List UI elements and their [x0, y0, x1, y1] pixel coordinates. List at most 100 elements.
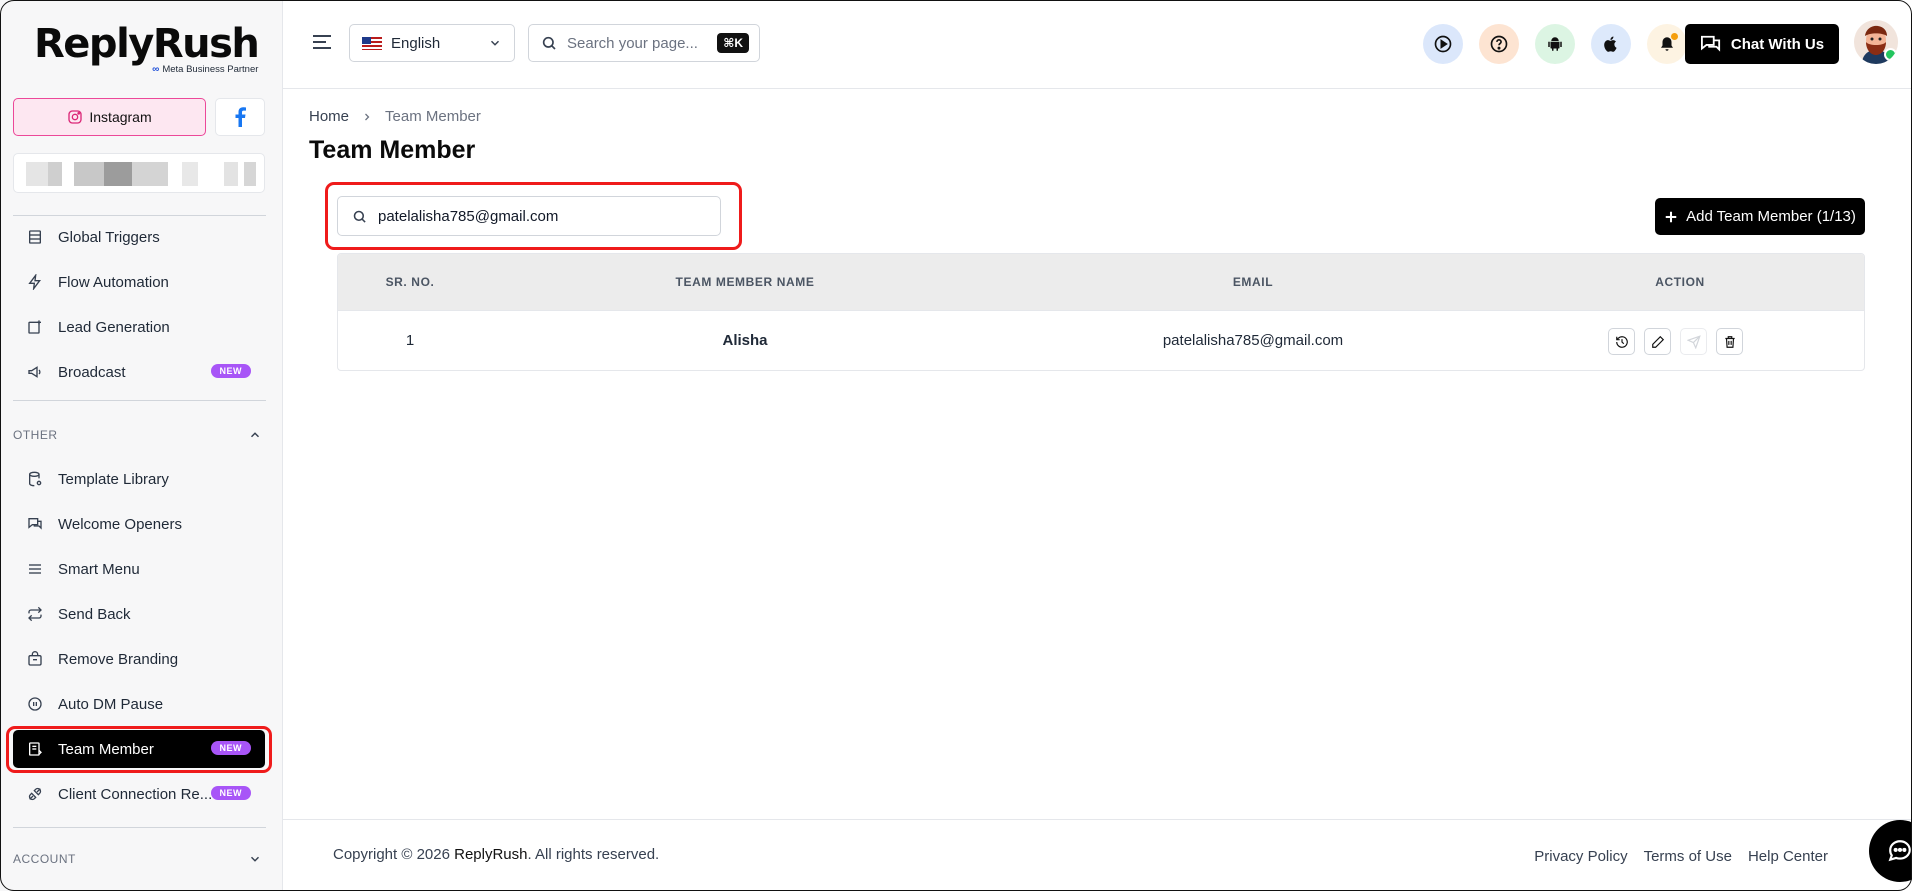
sidebar-item-client-connection[interactable]: Client Connection Re... NEW [13, 775, 265, 813]
sidebar-item-welcome-openers[interactable]: Welcome Openers [13, 505, 265, 543]
help-center-link[interactable]: Help Center [1748, 848, 1828, 865]
menu-icon [26, 560, 44, 578]
table-header: SR. NO. TEAM MEMBER NAME EMAIL ACTION [338, 254, 1864, 311]
plus-icon [1665, 211, 1677, 222]
table-row: 1 Alisha patelalisha785@gmail.com [338, 311, 1864, 370]
sidebar-item-auto-dm-pause[interactable]: Auto DM Pause [13, 685, 265, 723]
privacy-policy-link[interactable]: Privacy Policy [1534, 848, 1627, 865]
breadcrumb-current: Team Member [385, 108, 481, 125]
team-search-input[interactable]: patelalisha785@gmail.com [337, 196, 721, 236]
page-search-input[interactable]: Search your page... ⌘K [528, 24, 760, 62]
chevron-down-icon [250, 856, 260, 862]
breadcrumb-home-link[interactable]: Home [309, 108, 349, 125]
chevron-down-icon [490, 40, 500, 46]
copyright-brand: ReplyRush [454, 846, 528, 863]
repeat-icon [26, 605, 44, 623]
window-frame [0, 0, 1912, 891]
copyright-text: Copyright © 2026 ReplyRush. All rights r… [333, 846, 660, 863]
cell-sr-no: 1 [405, 332, 415, 349]
bolt-icon [26, 273, 44, 291]
facebook-button[interactable] [215, 98, 265, 136]
new-badge: NEW [210, 364, 251, 378]
edit-button[interactable] [1644, 328, 1671, 355]
sidebar-item-send-back[interactable]: Send Back [13, 595, 265, 633]
sidebar-item-flow-automation[interactable]: Flow Automation [13, 263, 265, 301]
team-search-value: patelalisha785@gmail.com [378, 207, 559, 225]
history-button[interactable] [1608, 328, 1635, 355]
shortcut-badge: ⌘K [717, 33, 749, 53]
instagram-label: Instagram [89, 109, 152, 125]
lead-icon [26, 318, 44, 336]
search-icon [353, 210, 366, 223]
blurred-avatar [26, 162, 48, 186]
footer-links: Privacy Policy Terms of Use Help Center [1534, 848, 1828, 865]
send-invite-button[interactable] [1680, 328, 1707, 355]
notifications-button[interactable] [1647, 24, 1687, 64]
breadcrumb: Home Team Member [309, 108, 481, 125]
add-team-member-button[interactable]: Add Team Member (1/13) [1655, 198, 1865, 235]
column-header-sr-no: SR. NO. [385, 275, 435, 289]
user-avatar[interactable] [1854, 20, 1898, 64]
chat-with-us-label: Chat With Us [1730, 35, 1825, 53]
sidebar-item-team-member[interactable]: Team Member NEW [13, 730, 265, 768]
partner-label: ∞ Meta Business Partner [152, 64, 259, 75]
video-tutorial-button[interactable] [1423, 24, 1463, 64]
cell-email: patelalisha785@gmail.com [1162, 332, 1344, 349]
sidebar-divider [13, 400, 266, 401]
us-flag-icon [362, 36, 382, 50]
language-label: English [391, 34, 441, 52]
chat-bubble-icon [1888, 840, 1911, 862]
search-icon [542, 36, 556, 50]
chat-bubbles-icon [1700, 35, 1720, 52]
grid-icon [26, 228, 44, 246]
megaphone-icon [26, 363, 44, 381]
add-team-member-label: Add Team Member (1/13) [1686, 208, 1856, 225]
pencil-icon [1651, 335, 1664, 348]
facebook-icon [235, 107, 246, 127]
chevron-up-icon [250, 432, 260, 438]
new-badge: NEW [210, 786, 251, 800]
search-placeholder: Search your page... [567, 34, 698, 52]
sidebar-divider [13, 215, 266, 216]
plug-icon [26, 785, 44, 803]
row-actions [1608, 328, 1743, 355]
sidebar-divider [13, 827, 266, 828]
sidebar: ReplyRush ∞ Meta Business Partner Instag… [0, 0, 283, 891]
instagram-button[interactable]: Instagram [13, 98, 206, 136]
history-icon [1615, 335, 1628, 348]
sidebar-item-template-library[interactable]: Template Library [13, 460, 265, 498]
platform-switcher: Instagram [13, 98, 265, 136]
column-header-action: ACTION [1655, 275, 1705, 289]
team-member-table: SR. NO. TEAM MEMBER NAME EMAIL ACTION 1 … [337, 253, 1865, 371]
chat-with-us-button[interactable]: Chat With Us [1685, 24, 1839, 64]
chat-icon [26, 515, 44, 533]
android-app-button[interactable] [1535, 24, 1575, 64]
footer: Copyright © 2026 ReplyRush. All rights r… [283, 819, 1912, 892]
new-badge: NEW [210, 741, 251, 755]
section-account-toggle[interactable]: ACCOUNT [13, 852, 265, 866]
trash-icon [1724, 335, 1735, 348]
question-circle-icon [1490, 35, 1508, 53]
sidebar-item-remove-branding[interactable]: Remove Branding [13, 640, 265, 678]
sidebar-item-smart-menu[interactable]: Smart Menu [13, 550, 265, 588]
send-icon [1686, 334, 1701, 349]
section-other-toggle[interactable]: OTHER [13, 428, 265, 442]
sidebar-item-broadcast[interactable]: Broadcast NEW [13, 353, 265, 391]
ios-app-button[interactable] [1591, 24, 1631, 64]
sidebar-item-lead-generation[interactable]: Lead Generation [13, 308, 265, 346]
account-selector[interactable] [13, 153, 265, 193]
top-header: English Search your page... ⌘K Chat With… [283, 0, 1912, 89]
delete-button[interactable] [1716, 328, 1743, 355]
brand-logo[interactable]: ReplyRush ∞ Meta Business Partner [34, 24, 260, 75]
sidebar-item-global-triggers[interactable]: Global Triggers [13, 218, 265, 256]
document-icon [26, 740, 44, 758]
instagram-icon [68, 110, 83, 124]
terms-of-use-link[interactable]: Terms of Use [1644, 848, 1732, 865]
language-select[interactable]: English [349, 24, 515, 62]
notification-dot [1671, 33, 1678, 40]
chevron-right-icon [365, 113, 370, 120]
help-button[interactable] [1479, 24, 1519, 64]
meta-icon: ∞ [152, 64, 160, 75]
menu-toggle-button[interactable] [312, 33, 332, 56]
apple-icon [1604, 36, 1617, 52]
